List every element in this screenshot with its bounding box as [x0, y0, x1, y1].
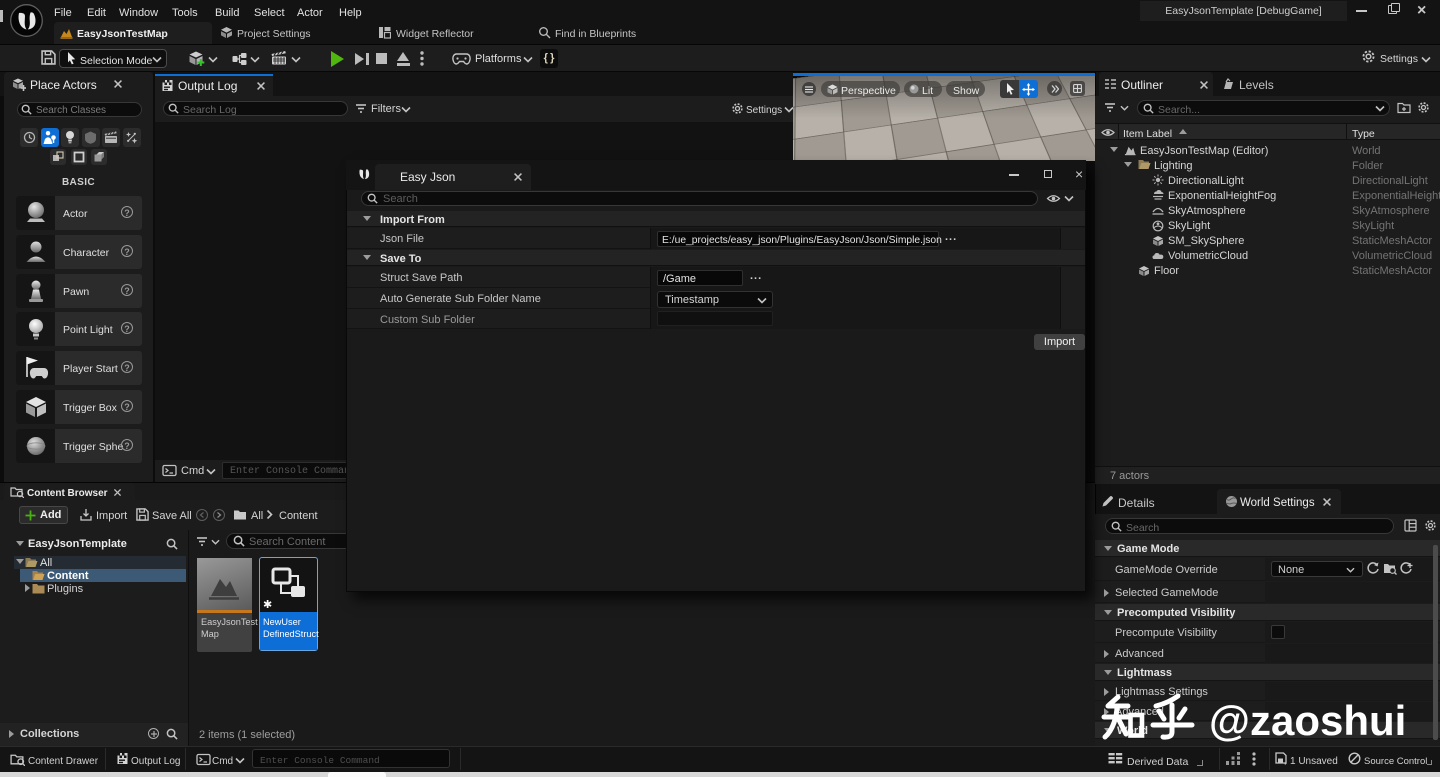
- svg-text:@zaoshui: @zaoshui: [1209, 697, 1406, 744]
